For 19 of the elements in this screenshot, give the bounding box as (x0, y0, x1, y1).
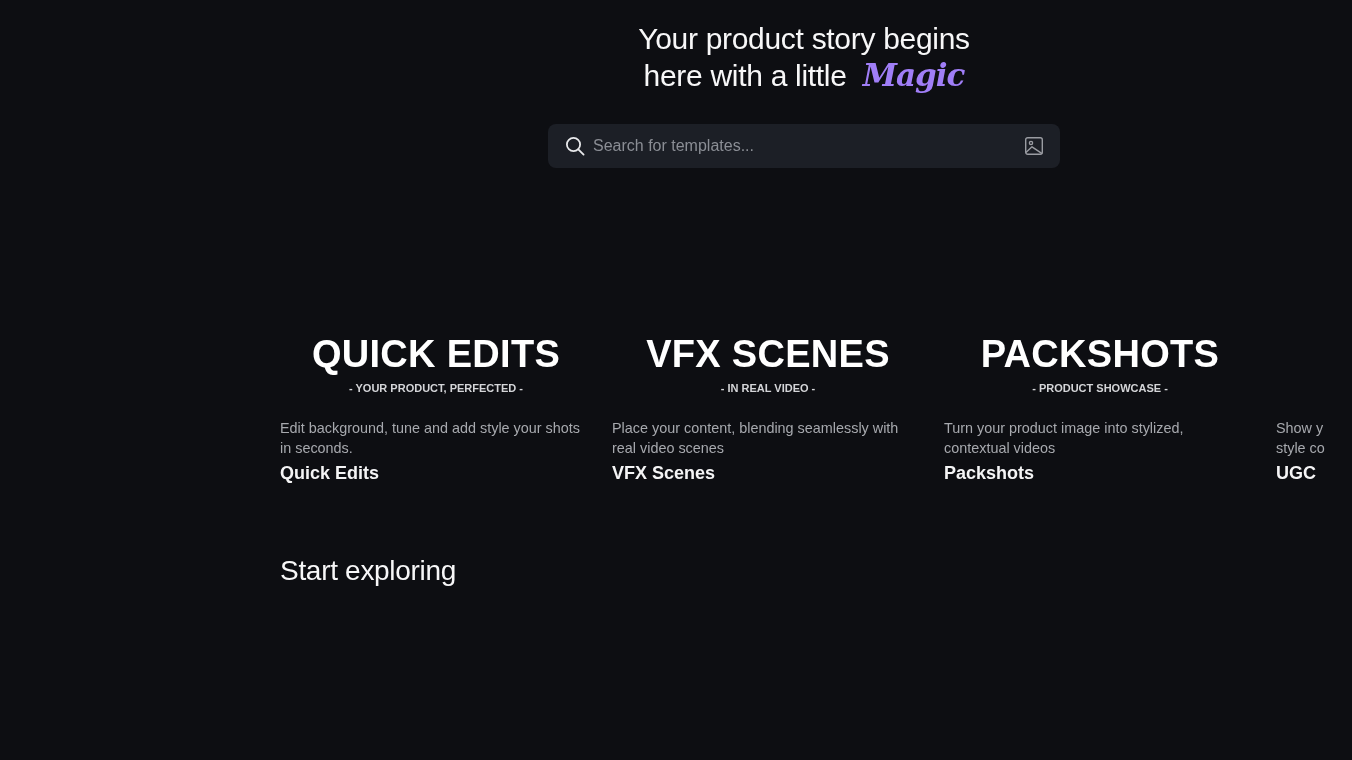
category-description: Show y style co (1276, 419, 1325, 458)
search-icon (565, 136, 585, 156)
category-title[interactable]: Packshots (944, 462, 1035, 484)
category-heading: VFX SCENES (646, 334, 890, 374)
category-title[interactable]: VFX Scenes (612, 462, 716, 484)
category-heading: QUICK EDITS (311, 334, 561, 374)
category-tagline: - PRODUCT SHOWCASE - (1032, 382, 1168, 394)
category-tagline: - IN REAL VIDEO - (720, 382, 816, 394)
category-tagline: - YOUR PRODUCT, PERFECTED - (349, 382, 523, 394)
category-title[interactable]: UGC (1276, 462, 1316, 484)
category-description: Place your content, blending seamlessly with real video scenes (612, 419, 899, 458)
hero-headline: Your product story begins here with a little Magic (638, 21, 970, 94)
category-heading: PACKSHOTS (980, 334, 1220, 374)
category-title[interactable]: Quick Edits (280, 462, 380, 484)
category-description: Turn your product image into stylized, contextual videos (944, 419, 1184, 458)
search-field[interactable]: Search for templates... (548, 124, 1060, 168)
section-title: Start exploring (280, 554, 457, 588)
category-description: Edit background, tune and add style your shots in seconds. (280, 419, 580, 458)
image-icon[interactable] (1025, 137, 1043, 155)
